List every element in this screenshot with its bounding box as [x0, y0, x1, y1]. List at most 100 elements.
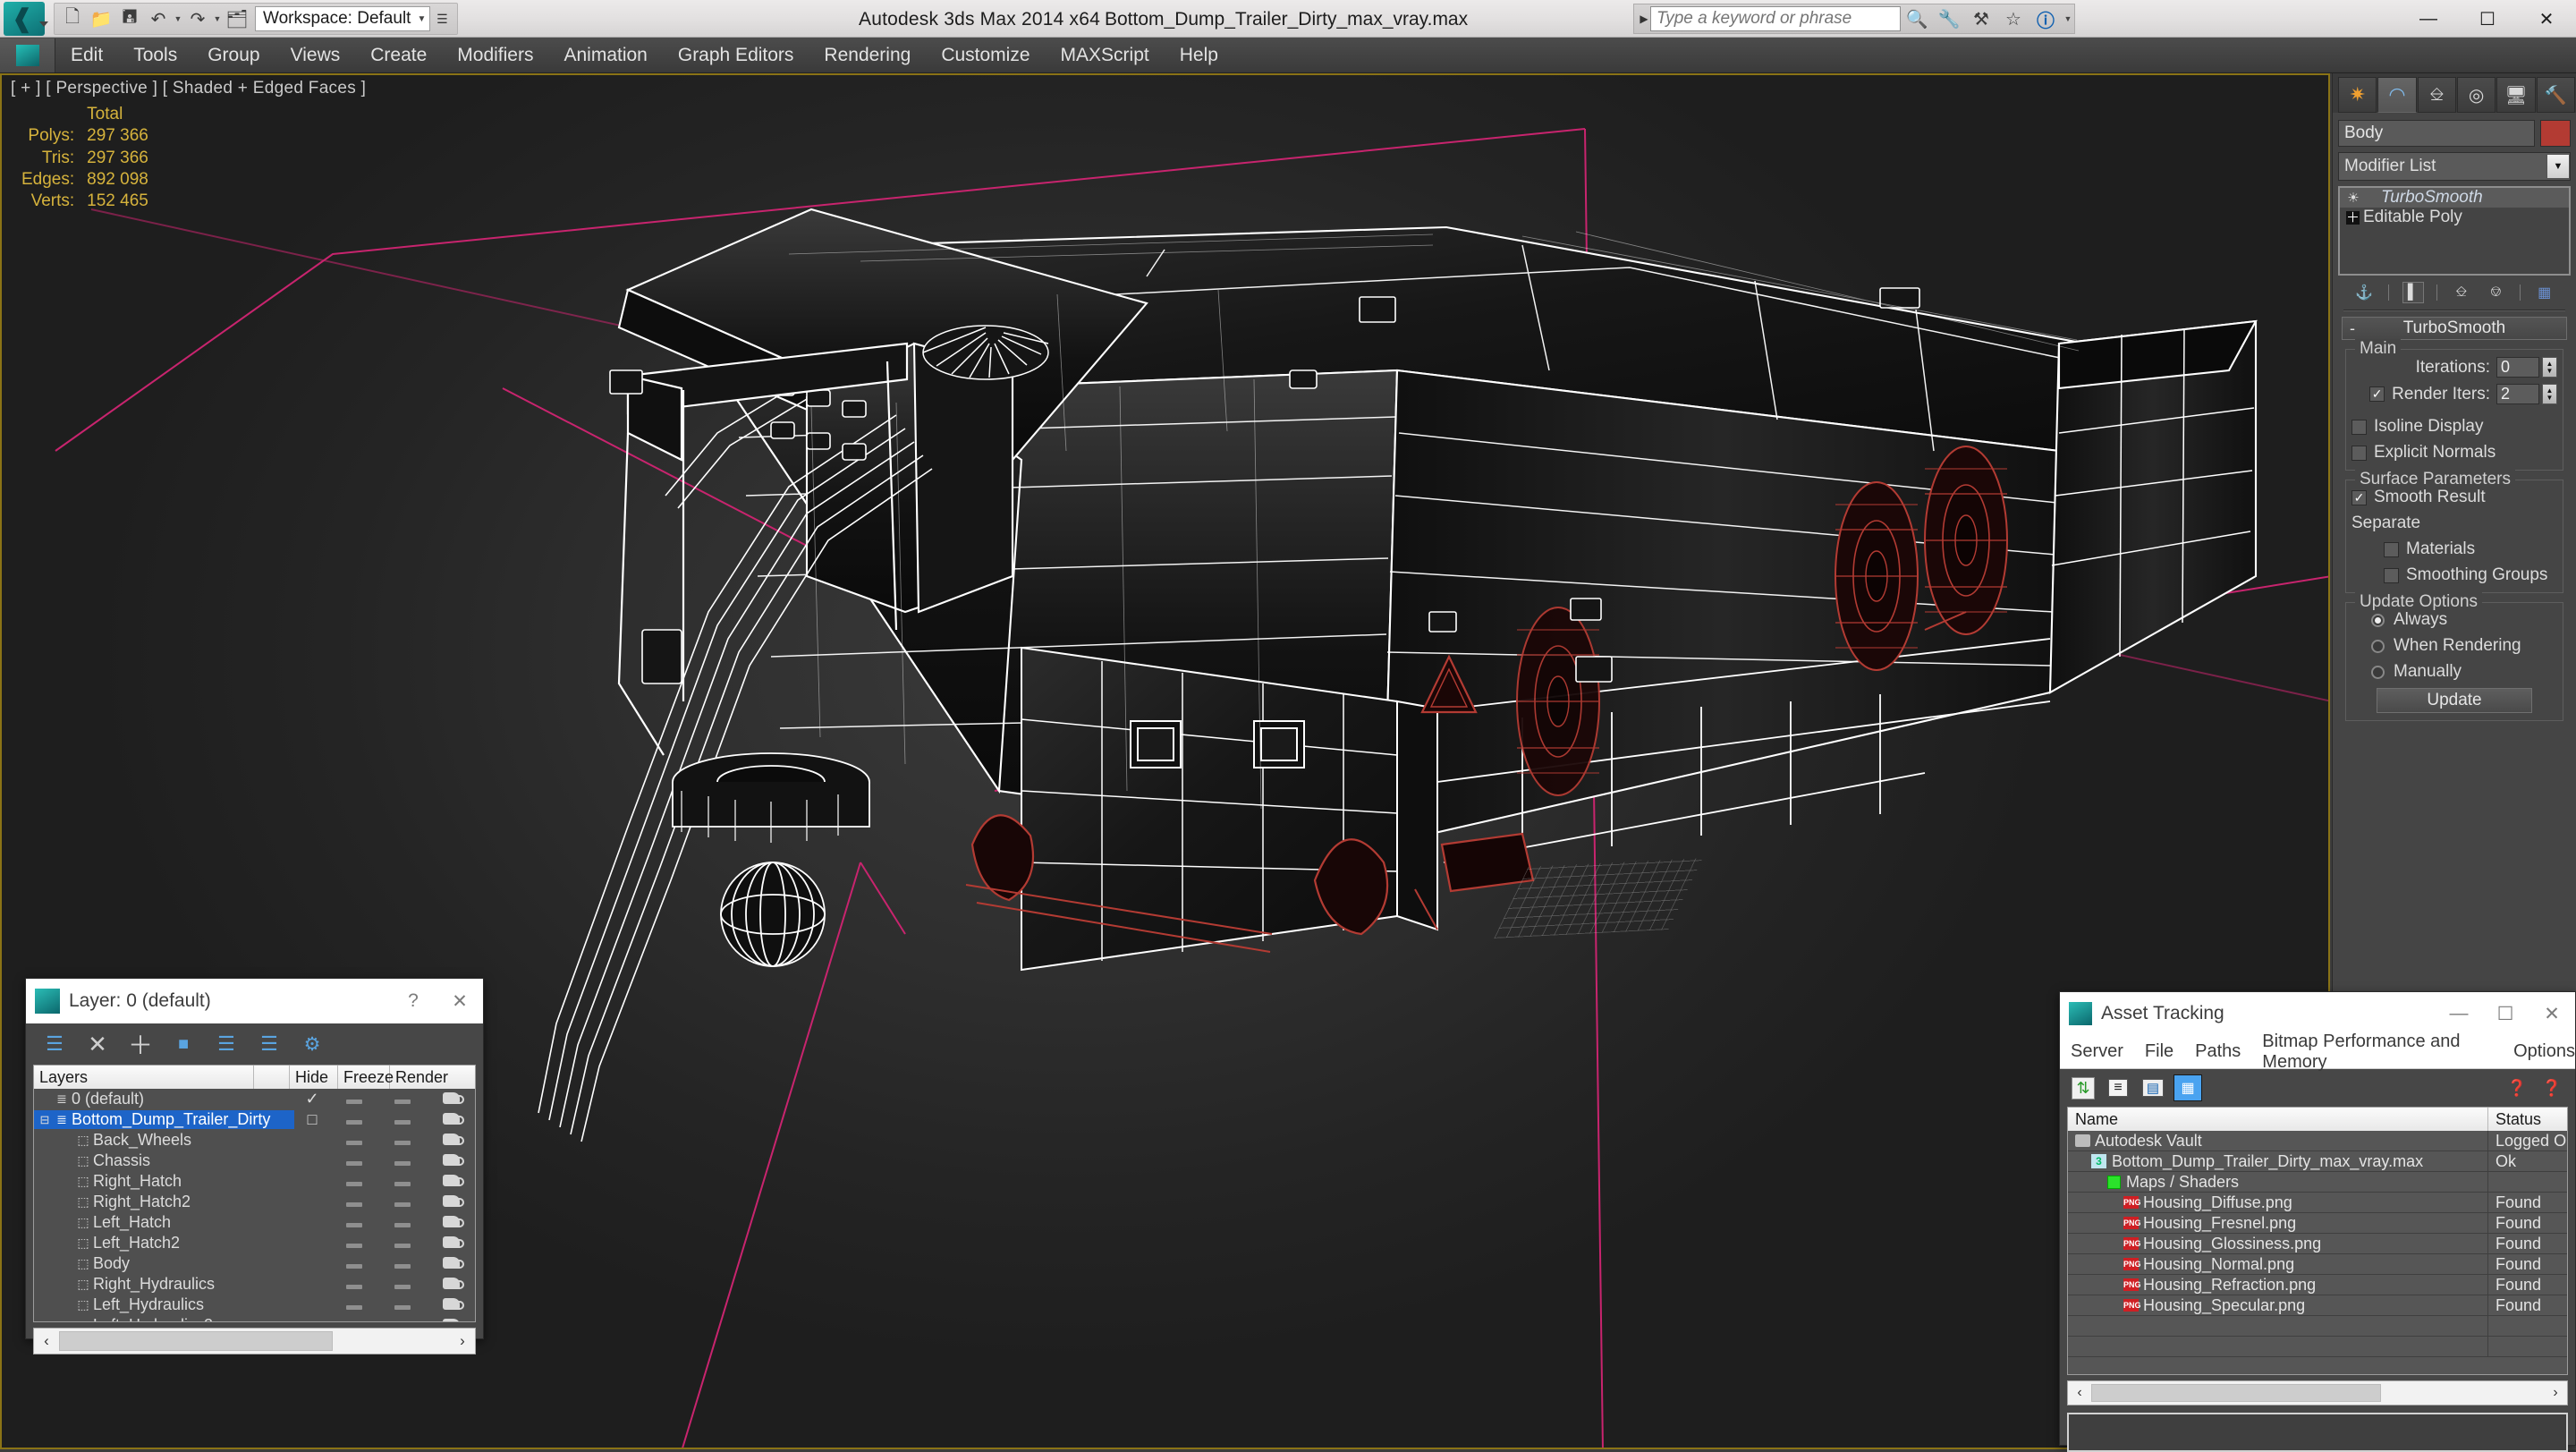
- layer-render-cell[interactable]: [427, 1234, 475, 1252]
- layer-name-cell[interactable]: ⬚ Chassis: [34, 1151, 294, 1170]
- asset-row[interactable]: PNG Housing_Diffuse.png Found: [2068, 1192, 2567, 1213]
- layer-render-cell[interactable]: [427, 1275, 475, 1294]
- materials-checkbox[interactable]: [2384, 541, 2399, 557]
- layer-hide-cell[interactable]: [330, 1234, 378, 1252]
- undo-dropdown-caret-icon[interactable]: ▼: [173, 5, 183, 32]
- object-name-field[interactable]: Body: [2338, 120, 2535, 147]
- asset-row[interactable]: PNG Housing_Glossiness.png Found: [2068, 1233, 2567, 1254]
- column-freeze[interactable]: Freeze: [338, 1066, 394, 1089]
- turbosmooth-rollout-header[interactable]: - TurboSmooth: [2342, 317, 2567, 340]
- layer-hide-cell[interactable]: [330, 1213, 378, 1232]
- undo-icon[interactable]: ↶: [144, 5, 173, 32]
- layer-hide-cell[interactable]: [330, 1151, 378, 1170]
- layer-render-cell[interactable]: [427, 1213, 475, 1232]
- menu-item-modifiers[interactable]: Modifiers: [442, 38, 548, 73]
- scroll-right-icon[interactable]: ›: [2544, 1385, 2567, 1401]
- asset-menu-file[interactable]: File: [2145, 1041, 2174, 1062]
- layer-hide-cell[interactable]: [330, 1254, 378, 1273]
- column-render[interactable]: Render: [390, 1066, 448, 1089]
- asset-row[interactable]: PNG Housing_Normal.png Found: [2068, 1253, 2567, 1275]
- list-view-icon[interactable]: ≡: [2104, 1074, 2132, 1101]
- layer-freeze-cell[interactable]: [378, 1295, 427, 1314]
- menu-item-maxscript[interactable]: MAXScript: [1046, 38, 1165, 73]
- minimize-button[interactable]: —: [2399, 0, 2458, 38]
- layer-freeze-cell[interactable]: [378, 1234, 427, 1252]
- select-highlighted-layer-icon[interactable]: ☰: [250, 1027, 289, 1061]
- help-dropdown-caret-icon[interactable]: ▼: [2062, 5, 2074, 32]
- chevron-down-icon[interactable]: ▼: [2546, 154, 2570, 179]
- tab-display[interactable]: 🖥: [2496, 77, 2536, 113]
- workspace-caret-icon[interactable]: ▼: [417, 14, 426, 24]
- smoothing-groups-checkbox[interactable]: [2384, 567, 2399, 583]
- layer-row[interactable]: ⬚ Body: [34, 1253, 475, 1274]
- layer-render-cell[interactable]: [427, 1254, 475, 1273]
- asset-row[interactable]: PNG Housing_Specular.png Found: [2068, 1295, 2567, 1316]
- layer-properties-icon[interactable]: ⚙: [292, 1027, 332, 1061]
- render-iters-stepper[interactable]: 2 ▲ ▼: [2496, 384, 2557, 404]
- scrollbar-thumb[interactable]: [2091, 1384, 2381, 1402]
- layer-name-cell[interactable]: ⬚ Left_Hydraulics: [34, 1295, 294, 1314]
- create-new-layer-icon[interactable]: ☰: [35, 1027, 74, 1061]
- new-file-icon[interactable]: 🗋: [58, 5, 87, 32]
- tab-create[interactable]: ✷: [2338, 77, 2377, 113]
- maximize-button[interactable]: ☐: [2458, 0, 2517, 38]
- explicit-normals-row[interactable]: Explicit Normals: [2351, 443, 2557, 463]
- menu-item-edit[interactable]: Edit: [55, 38, 118, 73]
- layer-render-cell[interactable]: [427, 1110, 475, 1129]
- layer-horizontal-scrollbar[interactable]: ‹ ›: [33, 1328, 476, 1354]
- column-hide[interactable]: Hide: [290, 1066, 338, 1089]
- refresh-icon[interactable]: ⇅: [2069, 1074, 2097, 1101]
- layer-dialog[interactable]: Layer: 0 (default) ? ✕ ☰ ✕ ＋ ■ ☰ ☰ ⚙ Lay…: [25, 978, 484, 1354]
- asset-row[interactable]: Autodesk Vault Logged O: [2068, 1130, 2567, 1151]
- add-help-icon[interactable]: ❓: [2503, 1074, 2531, 1101]
- asset-name-cell[interactable]: [2068, 1336, 2488, 1357]
- column-layers[interactable]: Layers: [34, 1066, 254, 1089]
- asset-name-cell[interactable]: PNG Housing_Glossiness.png: [2068, 1233, 2488, 1254]
- scroll-left-icon[interactable]: ‹: [34, 1332, 59, 1350]
- layer-render-cell[interactable]: [427, 1090, 475, 1108]
- layer-freeze-cell[interactable]: [378, 1213, 427, 1232]
- layer-hide-cell[interactable]: [330, 1131, 378, 1150]
- scroll-right-icon[interactable]: ›: [450, 1332, 475, 1350]
- column-status[interactable]: Status: [2488, 1108, 2567, 1131]
- scrollbar-thumb[interactable]: [59, 1331, 333, 1351]
- asset-row[interactable]: PNG Housing_Refraction.png Found: [2068, 1274, 2567, 1295]
- layer-name-cell[interactable]: ⬚ Left_Hatch: [34, 1213, 294, 1232]
- asset-name-cell[interactable]: Autodesk Vault: [2068, 1130, 2488, 1151]
- layer-name-cell[interactable]: ⬚ Right_Hydraulics: [34, 1275, 294, 1294]
- layer-name-cell[interactable]: ≣ 0 (default): [34, 1090, 294, 1108]
- iterations-value[interactable]: 0: [2496, 357, 2539, 378]
- layer-hide-cell[interactable]: [330, 1110, 378, 1129]
- update-button[interactable]: Update: [2377, 688, 2532, 713]
- column-current[interactable]: [254, 1066, 290, 1089]
- remove-modifier-icon[interactable]: ⎊: [2485, 282, 2506, 303]
- asset-name-cell[interactable]: 3 Bottom_Dump_Trailer_Dirty_max_vray.max: [2068, 1151, 2488, 1172]
- redo-icon[interactable]: ↷: [183, 5, 212, 32]
- layer-name-cell[interactable]: ⬚Left_Hydraulics2: [34, 1316, 294, 1321]
- scroll-left-icon[interactable]: ‹: [2068, 1385, 2091, 1401]
- asset-grid[interactable]: Name Status Autodesk Vault Logged O 3 Botto…: [2067, 1107, 2568, 1375]
- workspace-more-icon[interactable]: ☰: [430, 5, 453, 32]
- asset-row[interactable]: [2068, 1315, 2567, 1337]
- menu-item-tools[interactable]: Tools: [118, 38, 192, 73]
- layer-name-cell[interactable]: ⊟ ≣ Bottom_Dump_Trailer_Dirty: [34, 1110, 294, 1129]
- layer-render-cell[interactable]: [427, 1193, 475, 1211]
- layer-render-cell[interactable]: [427, 1131, 475, 1150]
- menu-item-graph-editors[interactable]: Graph Editors: [663, 38, 809, 73]
- tab-utilities[interactable]: 🔨: [2536, 77, 2575, 113]
- column-name[interactable]: Name: [2068, 1108, 2488, 1131]
- search-input[interactable]: [1650, 6, 1901, 31]
- layer-hide-cell[interactable]: [330, 1295, 378, 1314]
- layer-hide-cell[interactable]: [330, 1090, 378, 1108]
- update-option-manually[interactable]: Manually: [2351, 662, 2557, 682]
- plus-box-icon[interactable]: ＋: [2346, 210, 2360, 225]
- smooth-result-row[interactable]: ✓ Smooth Result: [2351, 488, 2557, 507]
- modifier-stack-item-turbosmooth[interactable]: ☀ TurboSmooth: [2340, 188, 2569, 208]
- spin-down-icon[interactable]: ▼: [2546, 367, 2554, 375]
- layer-name-cell[interactable]: ⬚ Left_Hatch2: [34, 1234, 294, 1252]
- layer-row[interactable]: ⬚ Left_Hatch: [34, 1212, 475, 1233]
- asset-menu-server[interactable]: Server: [2071, 1041, 2123, 1062]
- asset-close-button[interactable]: ✕: [2529, 991, 2575, 1036]
- spin-down-icon[interactable]: ▼: [2546, 394, 2554, 402]
- show-end-result-icon[interactable]: ▌: [2402, 282, 2424, 303]
